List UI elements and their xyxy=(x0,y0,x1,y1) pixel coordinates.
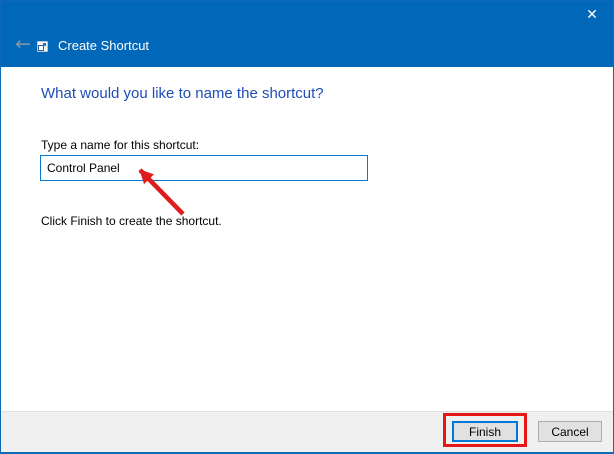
finish-button[interactable]: Finish xyxy=(452,421,518,442)
shortcut-file-icon xyxy=(37,41,48,52)
window-title: Create Shortcut xyxy=(58,38,150,53)
close-icon: ✕ xyxy=(586,7,598,23)
shortcut-name-label: Type a name for this shortcut: xyxy=(41,138,200,152)
button-bar xyxy=(1,411,613,452)
back-arrow-icon: ← xyxy=(15,32,31,55)
instruction-text: Click Finish to create the shortcut. xyxy=(41,214,222,228)
shortcut-name-input[interactable] xyxy=(40,155,368,181)
wizard-header: ✕ ← Create Shortcut xyxy=(1,1,613,67)
back-button[interactable]: ← xyxy=(10,32,36,56)
create-shortcut-window: ✕ ← Create Shortcut What would you like … xyxy=(0,0,614,454)
close-button[interactable]: ✕ xyxy=(576,3,608,27)
cancel-button[interactable]: Cancel xyxy=(538,421,602,442)
page-title: What would you like to name the shortcut… xyxy=(41,85,324,102)
shortcut-icon-detail xyxy=(43,43,46,46)
